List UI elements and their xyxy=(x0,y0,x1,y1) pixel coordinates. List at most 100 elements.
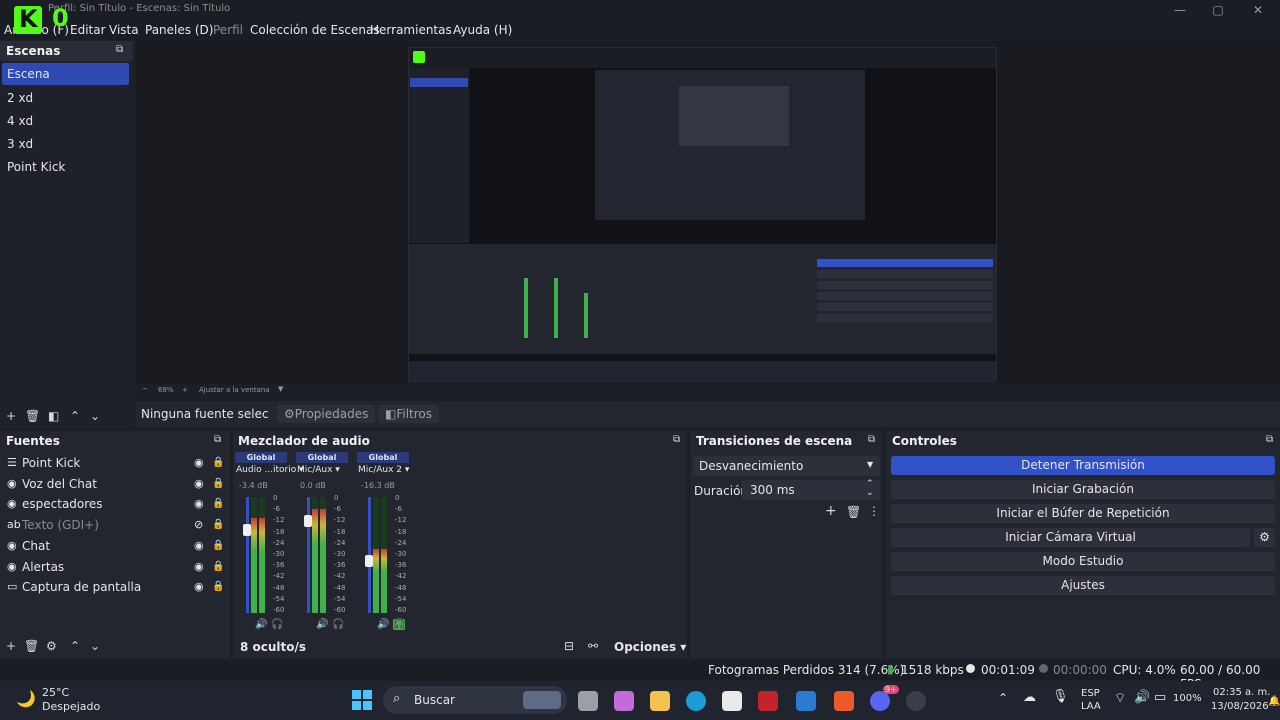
move-up-icon[interactable]: ⌃ xyxy=(70,639,80,653)
dock-undock-icon[interactable]: ⧉ xyxy=(673,434,680,445)
lock-icon[interactable]: 🔒 xyxy=(212,474,224,494)
wifi-icon[interactable]: ⌔ xyxy=(1114,690,1126,706)
file-explorer-icon[interactable] xyxy=(650,691,670,711)
replay-buffer-button[interactable]: Iniciar el Búfer de Repetición xyxy=(891,504,1275,523)
discord-icon[interactable] xyxy=(870,691,890,711)
lock-icon[interactable]: 🔒 xyxy=(212,536,224,556)
menu-docks[interactable]: Paneles (D) xyxy=(145,23,213,37)
volume-icon[interactable]: 🔊 xyxy=(1134,690,1150,705)
lock-icon[interactable]: 🔒 xyxy=(212,515,224,535)
battery-icon[interactable]: ▭ xyxy=(1154,690,1166,705)
mixer-options-button[interactable]: Opciones ▾ xyxy=(614,640,686,654)
source-item[interactable]: ab Texto (GDI+) ⊘ 🔒 xyxy=(0,515,230,535)
search-box[interactable]: ⌕ Buscar xyxy=(383,686,567,714)
lock-icon[interactable]: 🔒 xyxy=(212,557,224,577)
windows-start-icon[interactable] xyxy=(352,690,372,710)
add-icon[interactable]: + xyxy=(6,409,16,423)
scene-item[interactable]: Escena xyxy=(2,63,129,85)
brave-icon[interactable] xyxy=(834,691,854,711)
properties-button[interactable]: ⚙Propiedades xyxy=(277,405,376,423)
move-up-icon[interactable]: ⌃ xyxy=(70,409,80,423)
bell-icon[interactable]: 🔔 xyxy=(1268,696,1280,707)
settings-button[interactable]: Ajustes xyxy=(891,576,1275,595)
menu-tools[interactable]: Herramientas xyxy=(370,23,452,37)
monitor-headphones-icon[interactable]: 🎧 xyxy=(332,619,344,630)
duration-input[interactable]: 300 ms ⌃ ⌄ xyxy=(742,479,880,500)
dock-undock-icon[interactable]: ⧉ xyxy=(868,434,875,445)
start-recording-button[interactable]: Iniciar Grabación xyxy=(891,480,1275,499)
trash-icon[interactable]: 🗑 xyxy=(846,505,861,519)
edge-icon[interactable] xyxy=(686,691,706,711)
minimize-button[interactable]: — xyxy=(1172,2,1188,18)
monitor-headphones-icon[interactable]: 🎧 xyxy=(393,619,406,630)
move-down-icon[interactable]: ⌄ xyxy=(90,409,100,423)
volume-slider[interactable] xyxy=(246,497,249,613)
eye-icon[interactable]: ◉ xyxy=(194,577,204,597)
volume-handle[interactable] xyxy=(365,555,373,567)
source-item[interactable]: ◉ Chat ◉ 🔒 xyxy=(0,536,230,556)
channel-name[interactable]: Mic/Aux 2 ▾ xyxy=(358,465,409,475)
eye-icon[interactable]: ◉ xyxy=(194,494,204,514)
language-top[interactable]: ESP xyxy=(1081,688,1100,699)
more-icon[interactable]: ⋮ xyxy=(868,504,880,518)
store-icon[interactable] xyxy=(722,691,742,711)
scene-item[interactable]: Point Kick xyxy=(2,156,129,178)
dock-undock-icon[interactable]: ⧉ xyxy=(116,44,123,55)
menu-help[interactable]: Ayuda (H) xyxy=(453,23,512,37)
close-button[interactable]: ✕ xyxy=(1250,2,1266,18)
studio-mode-button[interactable]: Modo Estudio xyxy=(891,552,1275,571)
dock-undock-icon[interactable]: ⧉ xyxy=(214,434,221,445)
zoom-fit-label[interactable]: Ajustar a la ventana xyxy=(199,386,270,394)
source-item[interactable]: ☰ Point Kick ◉ 🔒 xyxy=(0,453,230,473)
source-item[interactable]: ▭ Captura de pantalla ◉ 🔒 xyxy=(0,577,230,597)
menu-scene-collection[interactable]: Colección de Escenas xyxy=(250,23,380,37)
source-item[interactable]: ◉ Alertas ◉ 🔒 xyxy=(0,557,230,577)
link-icon[interactable]: ⚯ xyxy=(588,639,598,653)
channel-name[interactable]: Mic/Aux ▾ xyxy=(297,465,340,475)
speaker-icon[interactable]: 🔊 xyxy=(316,619,328,630)
lock-icon[interactable]: 🔒 xyxy=(212,453,224,473)
speaker-icon[interactable]: 🔊 xyxy=(377,619,389,630)
menu-profile[interactable]: Perfil xyxy=(213,23,243,37)
cloud-icon[interactable]: ☁ xyxy=(1023,690,1036,705)
volume-handle[interactable] xyxy=(304,515,312,527)
eye-icon[interactable]: ◉ xyxy=(194,453,204,473)
move-down-icon[interactable]: ⌄ xyxy=(90,639,100,653)
task-view-icon[interactable] xyxy=(578,691,598,711)
source-item[interactable]: ◉ Voz del Chat ◉ 🔒 xyxy=(0,474,230,494)
trash-icon[interactable]: 🗑 xyxy=(24,639,39,653)
volume-handle[interactable] xyxy=(243,524,251,536)
zoom-dropdown-icon[interactable]: ▼ xyxy=(278,385,283,393)
weather-temp[interactable]: 25°C xyxy=(42,686,69,699)
gear-icon[interactable]: ⚙ xyxy=(46,639,57,653)
decrement-icon[interactable]: ⌄ xyxy=(866,488,874,498)
lock-icon[interactable]: 🔒 xyxy=(212,494,224,514)
virtual-camera-settings-button[interactable]: ⚙ xyxy=(1254,528,1275,547)
mcafee-icon[interactable] xyxy=(758,691,778,711)
chevron-up-icon[interactable]: ⌃ xyxy=(998,691,1008,705)
add-icon[interactable]: + xyxy=(6,639,16,653)
copilot-icon[interactable] xyxy=(614,691,634,711)
source-item[interactable]: ◉ espectadores ◉ 🔒 xyxy=(0,494,230,514)
virtual-camera-button[interactable]: Iniciar Cámara Virtual xyxy=(891,528,1250,547)
transition-select[interactable]: Desvanecimiento ▼ xyxy=(693,456,880,476)
obs-icon[interactable] xyxy=(906,691,926,711)
eye-hidden-icon[interactable]: ⊘ xyxy=(194,515,203,535)
trash-icon[interactable]: 🗑 xyxy=(25,409,40,423)
speaker-icon[interactable]: 🔊 xyxy=(255,619,267,630)
eye-icon[interactable]: ◉ xyxy=(194,536,204,556)
clock-time[interactable]: 02:35 a. m. xyxy=(1213,687,1270,698)
zoom-minus-icon[interactable]: − xyxy=(142,385,148,393)
scene-item[interactable]: 4 xd xyxy=(2,110,129,132)
dock-undock-icon[interactable]: ⧉ xyxy=(1266,434,1273,445)
scene-item[interactable]: 2 xd xyxy=(2,87,129,109)
filter-icon[interactable]: ◧ xyxy=(48,409,59,423)
eye-icon[interactable]: ◉ xyxy=(194,474,204,494)
maximize-button[interactable]: ▢ xyxy=(1210,2,1226,18)
menu-edit[interactable]: Editar xyxy=(70,23,106,37)
monitor-headphones-icon[interactable]: 🎧 xyxy=(271,619,283,630)
eye-icon[interactable]: ◉ xyxy=(194,557,204,577)
stop-stream-button[interactable]: Detener Transmisión xyxy=(891,456,1275,475)
scene-item[interactable]: 3 xd xyxy=(2,133,129,155)
layout-icon[interactable]: ⊟ xyxy=(564,639,574,653)
